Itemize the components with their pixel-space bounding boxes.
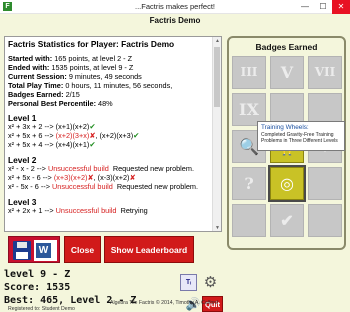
show-leaderboard-button[interactable]: Show Leaderboard	[104, 236, 194, 263]
close-button[interactable]: Close	[64, 236, 101, 263]
minimize-icon[interactable]: —	[296, 0, 314, 14]
maximize-icon[interactable]: ☐	[314, 0, 332, 14]
badges-title: Badges Earned	[255, 42, 318, 52]
badge-glyph: III	[240, 65, 258, 79]
statistics-panel: Factris Statistics for Player: Factris D…	[4, 36, 222, 232]
app-header-title: Factris Demo	[149, 16, 201, 25]
problem-row: x² + 2x + 1 --> Unsuccessful build Retry…	[8, 205, 148, 215]
save-to-word-button[interactable]: W	[8, 236, 60, 263]
player-level: level 9 - Z	[4, 269, 71, 280]
blank-badge-icon[interactable]	[308, 204, 342, 237]
window-titlebar: F ...Factris makes perfect! — ☐ ✕	[0, 0, 350, 14]
badge-glyph: ?	[244, 174, 254, 193]
statistics-content: Factris Statistics for Player: Factris D…	[5, 37, 213, 231]
player-score: Score: 1535	[4, 282, 71, 293]
blank-badge-icon[interactable]	[232, 204, 266, 237]
badge-glyph: ◎	[280, 174, 294, 193]
scroll-down-icon[interactable]: ▼	[213, 224, 221, 231]
question-icon[interactable]: ?	[232, 167, 266, 200]
stat-percentile: Personal Best Percentile: 48%	[8, 98, 113, 108]
badge-glyph: VII	[314, 65, 336, 79]
registration-status: Registered to: Student Demo	[8, 306, 75, 312]
scrollbar-thumb[interactable]	[214, 47, 220, 107]
tooltip-body: Completed Gravity-Free Training Problems…	[261, 132, 338, 145]
badge-glyph: ✔	[280, 211, 294, 230]
word-document-icon: W	[34, 240, 57, 261]
statistics-title: Factris Statistics for Player: Factris D…	[8, 39, 175, 49]
roman-five-icon[interactable]: V	[270, 56, 304, 89]
badge-glyph: V	[280, 63, 294, 82]
roman-three-icon[interactable]: III	[232, 56, 266, 89]
floppy-disk-icon	[13, 241, 31, 260]
gear-icon[interactable]: ⚙	[202, 274, 219, 291]
badge-tooltip: Training Wheels: Completed Gravity-Free …	[257, 121, 345, 151]
correct-icon: ✔	[89, 122, 96, 132]
correct-icon: ✔	[89, 140, 96, 150]
checkmark-icon[interactable]: ✔	[270, 204, 304, 237]
problem-row: x² + 5x + 4 --> (x+4)(x+1)✔	[8, 140, 96, 150]
blank-badge-icon[interactable]	[308, 167, 342, 200]
scroll-up-icon[interactable]: ▲	[213, 37, 221, 46]
roman-seven-icon[interactable]: VII	[308, 56, 342, 89]
language-icon[interactable]: Tᵢ	[180, 274, 197, 291]
problem-row: x² - 5x - 6 --> Unsuccessful build Reque…	[8, 181, 199, 191]
incorrect-icon: ✘	[129, 173, 136, 183]
app-window: Factris Demo Factris Statistics for Play…	[0, 14, 350, 312]
tooltip-title: Training Wheels:	[261, 124, 309, 131]
target-icon[interactable]: ◎	[268, 165, 306, 202]
correct-icon: ✔	[133, 131, 140, 141]
statistics-scrollbar[interactable]: ▲ ▼	[212, 37, 221, 231]
close-icon[interactable]: ✕	[332, 0, 350, 14]
